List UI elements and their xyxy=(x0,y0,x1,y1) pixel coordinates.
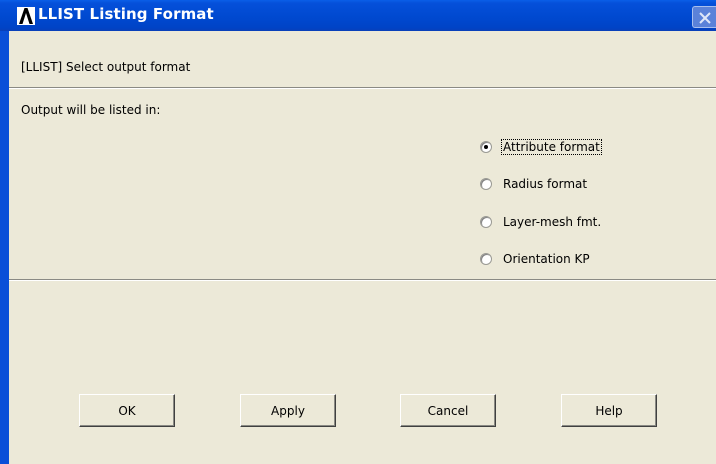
ok-button[interactable]: OK xyxy=(79,394,175,427)
radio-button[interactable] xyxy=(480,216,492,228)
radio-attribute-format[interactable]: Attribute format xyxy=(480,137,660,157)
output-label: Output will be listed in: xyxy=(21,103,161,117)
window-title: LLIST Listing Format xyxy=(38,5,214,23)
radio-orientation-kp[interactable]: Orientation KP xyxy=(480,249,660,269)
ansys-logo-icon xyxy=(17,7,35,25)
radio-label: Radius format xyxy=(503,177,588,191)
close-button[interactable] xyxy=(692,6,716,28)
separator-bottom xyxy=(9,279,716,281)
radio-label: Layer-mesh fmt. xyxy=(503,215,602,229)
prompt-text: [LLIST] Select output format xyxy=(21,60,191,74)
cancel-button[interactable]: Cancel xyxy=(400,394,496,427)
close-icon xyxy=(699,12,711,24)
window-frame-left xyxy=(0,31,9,464)
radio-label: Orientation KP xyxy=(503,252,590,266)
separator-top xyxy=(9,87,716,89)
radio-label: Attribute format xyxy=(501,139,602,155)
radio-button-checked[interactable] xyxy=(480,141,492,153)
radio-button[interactable] xyxy=(480,253,492,265)
radio-radius-format[interactable]: Radius format xyxy=(480,174,660,194)
radio-layer-mesh-fmt[interactable]: Layer-mesh fmt. xyxy=(480,212,660,232)
help-button[interactable]: Help xyxy=(561,394,657,427)
title-bar[interactable]: LLIST Listing Format xyxy=(0,0,716,31)
radio-button[interactable] xyxy=(480,178,492,190)
apply-button[interactable]: Apply xyxy=(240,394,336,427)
dialog-body: [LLIST] Select output format Output will… xyxy=(9,31,716,464)
